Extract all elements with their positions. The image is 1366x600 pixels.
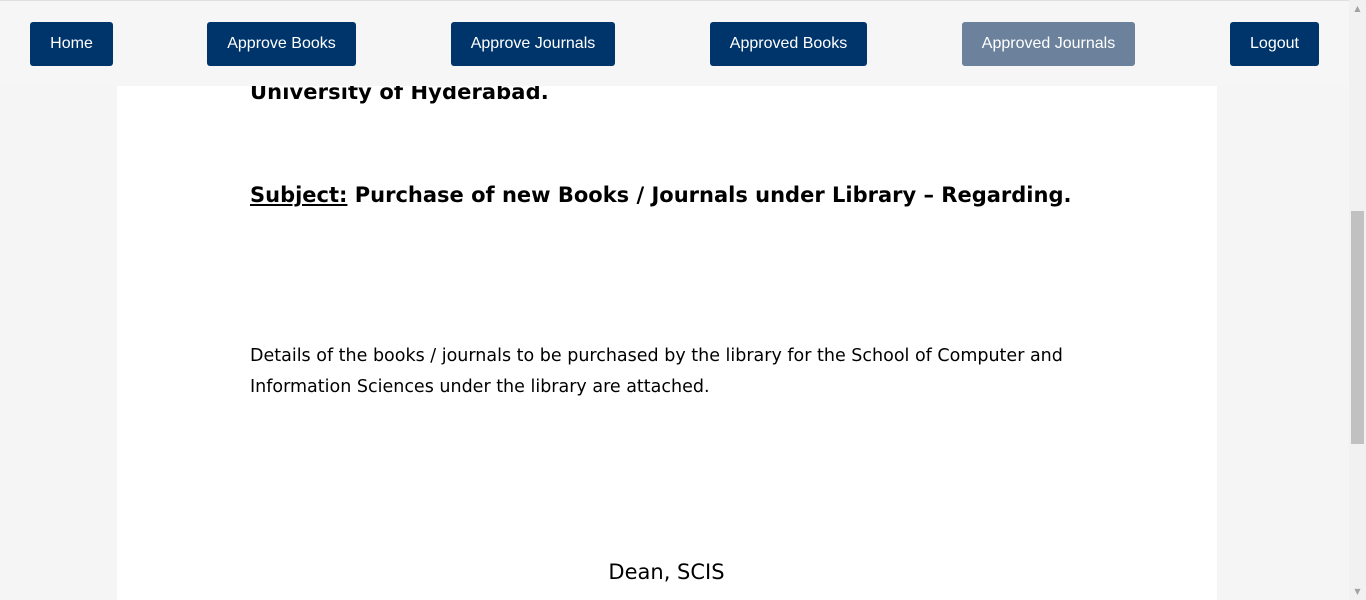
approve-books-button[interactable]: Approve Books [207, 22, 356, 66]
home-button[interactable]: Home [30, 22, 113, 66]
subject-text: Purchase of new Books / Journals under L… [347, 183, 1072, 207]
letter-body: Details of the books / journals to be pu… [250, 346, 1063, 397]
logout-button[interactable]: Logout [1230, 22, 1319, 66]
approved-journals-button[interactable]: Approved Journals [962, 22, 1135, 66]
scroll-up-arrow-icon[interactable]: ▲ [1349, 0, 1366, 17]
organization-line: University of Hyderabad. [250, 86, 549, 104]
letter-document: University of Hyderabad. Subject: Purcha… [117, 86, 1217, 600]
subject-label: Subject: [250, 183, 348, 207]
scrollbar-thumb[interactable] [1351, 211, 1364, 444]
vertical-scrollbar[interactable]: ▲ ▼ [1349, 0, 1366, 600]
signature: Dean, SCIS [608, 560, 725, 584]
subject-line: Subject: Purchase of new Books / Journal… [250, 183, 1071, 207]
top-navbar: Home Approve Books Approve Journals Appr… [0, 0, 1349, 86]
approve-journals-button[interactable]: Approve Journals [451, 22, 615, 66]
scroll-down-arrow-icon[interactable]: ▼ [1349, 583, 1366, 600]
approved-books-button[interactable]: Approved Books [710, 22, 867, 66]
